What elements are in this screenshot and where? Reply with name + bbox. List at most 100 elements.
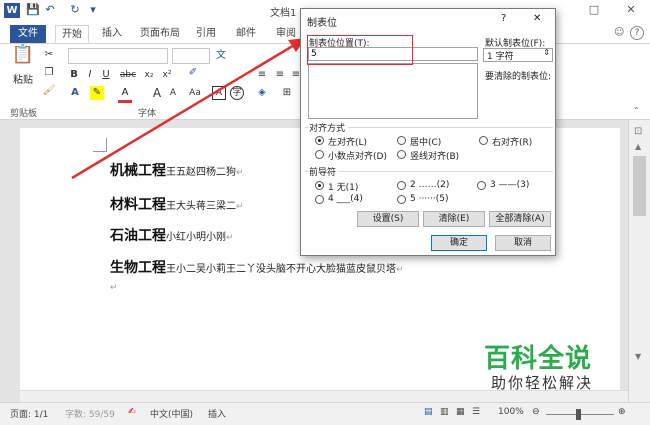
word-count[interactable]: 字数: 59/59 xyxy=(65,407,115,420)
insert-mode[interactable]: 插入 xyxy=(208,407,226,420)
close-window-icon[interactable]: ✕ xyxy=(620,2,642,18)
align-left-icon[interactable]: ≡ xyxy=(255,68,269,82)
default-tab-spinner[interactable]: 1 字符 ⇕ xyxy=(483,48,553,62)
leader-2-radio[interactable] xyxy=(397,181,406,190)
font-name-box[interactable] xyxy=(68,48,168,64)
dialog-title: 制表位 xyxy=(307,18,337,29)
dialog-close-button[interactable]: ✕ xyxy=(533,13,541,24)
ruler-toggle-icon[interactable]: ⊡ xyxy=(634,126,642,137)
customize-toolbar-icon[interactable]: ▾ xyxy=(86,3,100,17)
tab-file[interactable]: 文件 xyxy=(10,25,46,43)
margin-corner-mark xyxy=(93,138,107,152)
help-icon[interactable]: ? xyxy=(630,26,644,40)
clear-button[interactable]: 清除(E) xyxy=(423,211,485,227)
subscript-button[interactable]: x₂ xyxy=(142,68,156,82)
leader-1-radio[interactable] xyxy=(315,181,324,190)
outline-icon[interactable]: ☰ xyxy=(472,407,480,417)
clear-format-icon[interactable]: ✐ xyxy=(186,66,200,80)
doc-line-1[interactable]: 机械工程王五赵四杨二狗↵ xyxy=(110,160,244,180)
zoom-in-icon[interactable]: ⊕ xyxy=(618,407,626,417)
align-left-label[interactable]: 左对齐(L) xyxy=(328,135,367,148)
italic-button[interactable]: I xyxy=(84,68,96,82)
tab-page-layout[interactable]: 页面布局 xyxy=(134,25,186,43)
highlight-icon[interactable]: ✎ xyxy=(90,86,104,100)
font-group-label: 字体 xyxy=(138,109,157,119)
align-bar-label[interactable]: 竖线对齐(B) xyxy=(410,149,459,162)
clear-all-button[interactable]: 全部清除(A) xyxy=(489,211,551,227)
paste-label[interactable]: 粘贴 xyxy=(10,74,36,88)
char-border-button[interactable]: A xyxy=(212,86,226,100)
doc-line-4[interactable]: 生物工程王小二吴小莉王二丫没头脑不开心大脸猫蓝皮鼠贝塔↵ xyxy=(110,257,404,277)
tab-home[interactable]: 开始 xyxy=(55,25,89,43)
tab-references[interactable]: 引用 xyxy=(190,25,222,43)
clipboard-group-label: 剪贴板 xyxy=(10,109,38,119)
annotation-highlight-box xyxy=(307,35,413,65)
scroll-down-icon[interactable]: ▼ xyxy=(635,352,641,361)
superscript-button[interactable]: x² xyxy=(160,68,174,82)
zoom-slider-thumb[interactable] xyxy=(576,409,581,420)
doc-line-2[interactable]: 材料工程王大头蒋三梁二↵ xyxy=(110,194,244,214)
undo-icon[interactable]: ↶ xyxy=(43,3,57,17)
borders-icon[interactable]: ⊞ xyxy=(280,86,294,100)
align-left-radio[interactable] xyxy=(315,136,324,145)
tab-insert[interactable]: 插入 xyxy=(96,25,128,43)
format-painter-icon[interactable]: 🖌 xyxy=(42,84,56,98)
leader-4-radio[interactable] xyxy=(315,195,324,204)
print-layout-icon[interactable]: ▤ xyxy=(424,407,433,417)
zoom-out-icon[interactable]: ⊖ xyxy=(532,407,540,417)
shrink-font-button[interactable]: A xyxy=(166,86,180,100)
shading-icon[interactable]: ◈ xyxy=(255,86,269,100)
ok-button[interactable]: 确定 xyxy=(431,235,487,251)
underline-button[interactable]: U xyxy=(100,68,112,82)
zoom-level[interactable]: 100% xyxy=(498,407,524,417)
paste-icon[interactable]: 📋 xyxy=(10,46,36,72)
tab-stop-list[interactable] xyxy=(308,63,478,119)
proofing-icon[interactable]: ✍ xyxy=(128,407,136,417)
spinner-arrows-icon[interactable]: ⇕ xyxy=(543,48,550,57)
doc-line-3[interactable]: 石油工程小红小明小刚↵ xyxy=(110,225,234,245)
phonetic-icon[interactable]: 文 xyxy=(214,49,228,63)
align-decimal-label[interactable]: 小数点对齐(D) xyxy=(328,149,387,162)
align-bar-radio[interactable] xyxy=(397,150,406,159)
align-right-label[interactable]: 右对齐(R) xyxy=(492,135,532,148)
scroll-up-icon[interactable]: ▲ xyxy=(635,142,641,151)
tab-review[interactable]: 审阅 xyxy=(270,25,302,43)
web-layout-icon[interactable]: ▦ xyxy=(456,407,465,417)
scroll-thumb[interactable] xyxy=(633,156,646,216)
dialog-help-button[interactable]: ? xyxy=(501,13,506,24)
grow-font-button[interactable]: A xyxy=(150,86,164,100)
tab-mailings[interactable]: 邮件 xyxy=(230,25,262,43)
line-text: 王大头蒋三梁二 xyxy=(166,201,236,212)
strikethrough-button[interactable]: abc xyxy=(118,68,138,82)
restore-icon[interactable]: □ xyxy=(583,2,605,18)
align-center-label[interactable]: 居中(C) xyxy=(410,135,441,148)
change-case-button[interactable]: Aa xyxy=(186,86,204,100)
save-icon[interactable]: 💾 xyxy=(26,3,40,17)
leader-3-radio[interactable] xyxy=(477,181,486,190)
language-indicator[interactable]: 中文(中国) xyxy=(150,407,193,420)
leader-2-label[interactable]: 2 ……(2) xyxy=(410,180,449,190)
cut-icon[interactable]: ✂ xyxy=(42,48,56,62)
leader-5-label[interactable]: 5 ······(5) xyxy=(410,194,449,204)
bold-button[interactable]: B xyxy=(68,68,80,82)
redo-icon[interactable]: ↻ xyxy=(68,3,82,17)
font-color-button[interactable]: A xyxy=(118,86,132,103)
leader-3-label[interactable]: 3 ——(3) xyxy=(490,180,529,190)
reading-mode-icon[interactable]: ▥ xyxy=(440,407,449,417)
set-button[interactable]: 设置(S) xyxy=(357,211,419,227)
align-decimal-radio[interactable] xyxy=(315,150,324,159)
align-center-radio[interactable] xyxy=(397,136,406,145)
collapse-ribbon-icon[interactable]: ⌃ xyxy=(633,106,640,115)
align-center-icon[interactable]: ≡ xyxy=(273,68,287,82)
copy-icon[interactable]: ❐ xyxy=(42,66,56,80)
align-right-radio[interactable] xyxy=(479,136,488,145)
page-indicator[interactable]: 页面: 1/1 xyxy=(10,407,48,420)
leader-4-label[interactable]: 4 ___(4) xyxy=(328,194,363,204)
vertical-scrollbar[interactable]: ⊡ ▲ ▼ xyxy=(628,120,650,402)
leader-5-radio[interactable] xyxy=(397,195,406,204)
leader-1-label[interactable]: 1 无(1) xyxy=(328,180,358,193)
cancel-button[interactable]: 取消 xyxy=(495,235,551,251)
text-effects-icon[interactable]: A xyxy=(68,86,82,100)
font-size-box[interactable] xyxy=(172,48,210,64)
enclose-char-icon[interactable]: 字 xyxy=(230,86,244,100)
